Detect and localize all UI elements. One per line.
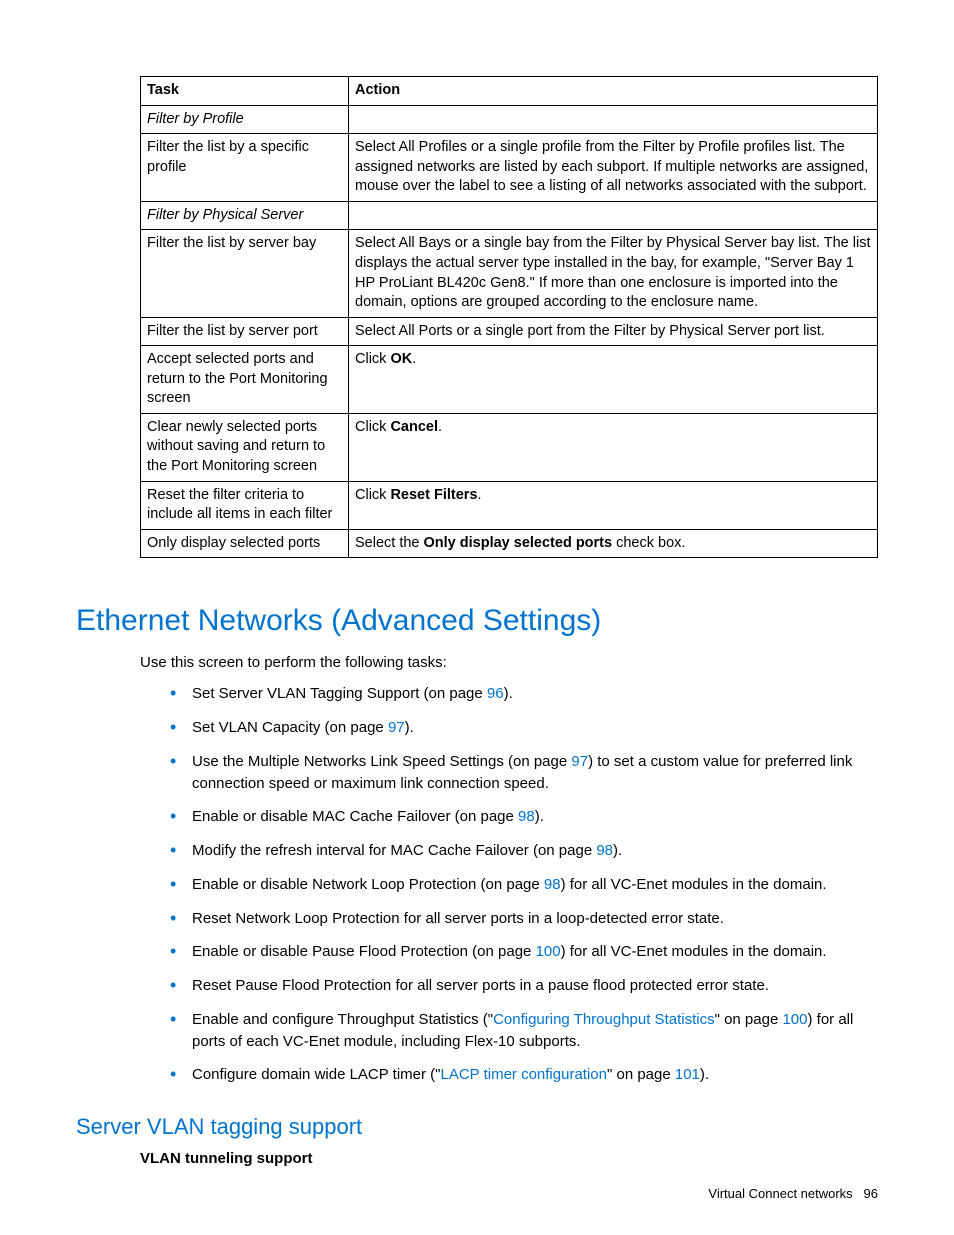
header-task: Task — [141, 77, 349, 106]
bullet-text: Use the Multiple Networks Link Speed Set… — [192, 753, 571, 770]
cell-task: Filter the list by a specific profile — [141, 134, 349, 202]
page-link[interactable]: 98 — [544, 876, 561, 893]
table-row: Accept selected ports and return to the … — [141, 346, 878, 414]
action-pre: Click — [355, 419, 390, 435]
bullet-text: Modify the refresh interval for MAC Cach… — [192, 842, 596, 859]
cell-task: Filter by Profile — [141, 105, 349, 134]
page-link[interactable]: 101 — [675, 1066, 700, 1083]
page-link[interactable]: 97 — [388, 719, 405, 736]
page-link[interactable]: 96 — [487, 685, 504, 702]
list-item: Set VLAN Capacity (on page 97). — [170, 717, 878, 739]
list-item: Reset Network Loop Protection for all se… — [170, 908, 878, 930]
table-header-row: Task Action — [141, 77, 878, 106]
bullet-text: Set Server VLAN Tagging Support (on page — [192, 685, 487, 702]
list-item: Set Server VLAN Tagging Support (on page… — [170, 683, 878, 705]
cell-action: Select All Ports or a single port from t… — [349, 317, 878, 346]
page-link[interactable]: 100 — [536, 943, 561, 960]
cell-action: Click Reset Filters. — [349, 481, 878, 529]
footer-page-number: 96 — [864, 1186, 878, 1201]
bullet-text: " on page — [607, 1066, 675, 1083]
list-item: Modify the refresh interval for MAC Cach… — [170, 840, 878, 862]
page-link[interactable]: 98 — [596, 842, 613, 859]
list-item: Enable and configure Throughput Statisti… — [170, 1009, 878, 1053]
action-pre: Select the — [355, 535, 424, 551]
bullet-text: Enable or disable MAC Cache Failover (on… — [192, 808, 518, 825]
cell-action — [349, 105, 878, 134]
table-row: Only display selected ports Select the O… — [141, 529, 878, 558]
bullet-text: ). — [613, 842, 622, 859]
bullet-text: ). — [405, 719, 414, 736]
action-post: . — [478, 487, 482, 503]
bullet-text: Reset Pause Flood Protection for all ser… — [192, 977, 769, 994]
page-link[interactable]: 100 — [782, 1011, 807, 1028]
table-row: Filter the list by a specific profile Se… — [141, 134, 878, 202]
cell-task: Reset the filter criteria to include all… — [141, 481, 349, 529]
table-row: Filter the list by server port Select Al… — [141, 317, 878, 346]
list-item: Configure domain wide LACP timer ("LACP … — [170, 1064, 878, 1086]
cell-task: Filter the list by server bay — [141, 230, 349, 317]
cell-action: Click OK. — [349, 346, 878, 414]
cell-task: Clear newly selected ports without savin… — [141, 413, 349, 481]
table-row: Filter by Physical Server — [141, 201, 878, 230]
cell-task: Filter the list by server port — [141, 317, 349, 346]
bullet-text: ) for all VC-Enet modules in the domain. — [561, 876, 827, 893]
bullet-text: Enable or disable Network Loop Protectio… — [192, 876, 544, 893]
bullet-text: ) for all VC-Enet modules in the domain. — [561, 943, 827, 960]
bullet-text: ). — [535, 808, 544, 825]
action-post: check box. — [612, 535, 685, 551]
header-action: Action — [349, 77, 878, 106]
table-row: Clear newly selected ports without savin… — [141, 413, 878, 481]
bullet-text: Configure domain wide LACP timer (" — [192, 1066, 441, 1083]
bullet-text: Enable or disable Pause Flood Protection… — [192, 943, 536, 960]
task-list: Set Server VLAN Tagging Support (on page… — [170, 683, 878, 1086]
subsection-heading: Server VLAN tagging support — [76, 1114, 878, 1140]
cell-task: Accept selected ports and return to the … — [141, 346, 349, 414]
action-bold: Reset Filters — [390, 487, 477, 503]
footer-text: Virtual Connect networks — [708, 1186, 852, 1201]
list-item: Enable or disable Network Loop Protectio… — [170, 874, 878, 896]
document-page: Task Action Filter by Profile Filter the… — [0, 0, 954, 1235]
topic-link[interactable]: Configuring Throughput Statistics — [493, 1011, 715, 1028]
section-intro: Use this screen to perform the following… — [140, 652, 878, 673]
list-item: Use the Multiple Networks Link Speed Set… — [170, 751, 878, 795]
list-item: Enable or disable Pause Flood Protection… — [170, 941, 878, 963]
cell-task: Only display selected ports — [141, 529, 349, 558]
bullet-text: Enable and configure Throughput Statisti… — [192, 1011, 493, 1028]
cell-action: Select All Profiles or a single profile … — [349, 134, 878, 202]
bullet-text: Reset Network Loop Protection for all se… — [192, 910, 724, 927]
action-post: . — [412, 351, 416, 367]
bullet-text: ). — [700, 1066, 709, 1083]
subsection-bold: VLAN tunneling support — [140, 1150, 878, 1167]
page-footer: Virtual Connect networks 96 — [708, 1186, 878, 1201]
list-item: Enable or disable MAC Cache Failover (on… — [170, 806, 878, 828]
cell-action: Click Cancel. — [349, 413, 878, 481]
action-bold: OK — [390, 351, 412, 367]
table-row: Filter the list by server bay Select All… — [141, 230, 878, 317]
action-bold: Cancel — [390, 419, 438, 435]
bullet-text: ). — [504, 685, 513, 702]
action-pre: Click — [355, 487, 390, 503]
page-link[interactable]: 98 — [518, 808, 535, 825]
table-row: Reset the filter criteria to include all… — [141, 481, 878, 529]
bullet-text: " on page — [715, 1011, 783, 1028]
task-action-table: Task Action Filter by Profile Filter the… — [140, 76, 878, 558]
action-pre: Click — [355, 351, 390, 367]
bullet-text: Set VLAN Capacity (on page — [192, 719, 388, 736]
cell-action — [349, 201, 878, 230]
action-post: . — [438, 419, 442, 435]
action-bold: Only display selected ports — [424, 535, 613, 551]
section-heading: Ethernet Networks (Advanced Settings) — [76, 604, 878, 638]
cell-action: Select All Bays or a single bay from the… — [349, 230, 878, 317]
page-link[interactable]: 97 — [571, 753, 588, 770]
list-item: Reset Pause Flood Protection for all ser… — [170, 975, 878, 997]
cell-action: Select the Only display selected ports c… — [349, 529, 878, 558]
table-row: Filter by Profile — [141, 105, 878, 134]
topic-link[interactable]: LACP timer configuration — [441, 1066, 607, 1083]
cell-task: Filter by Physical Server — [141, 201, 349, 230]
